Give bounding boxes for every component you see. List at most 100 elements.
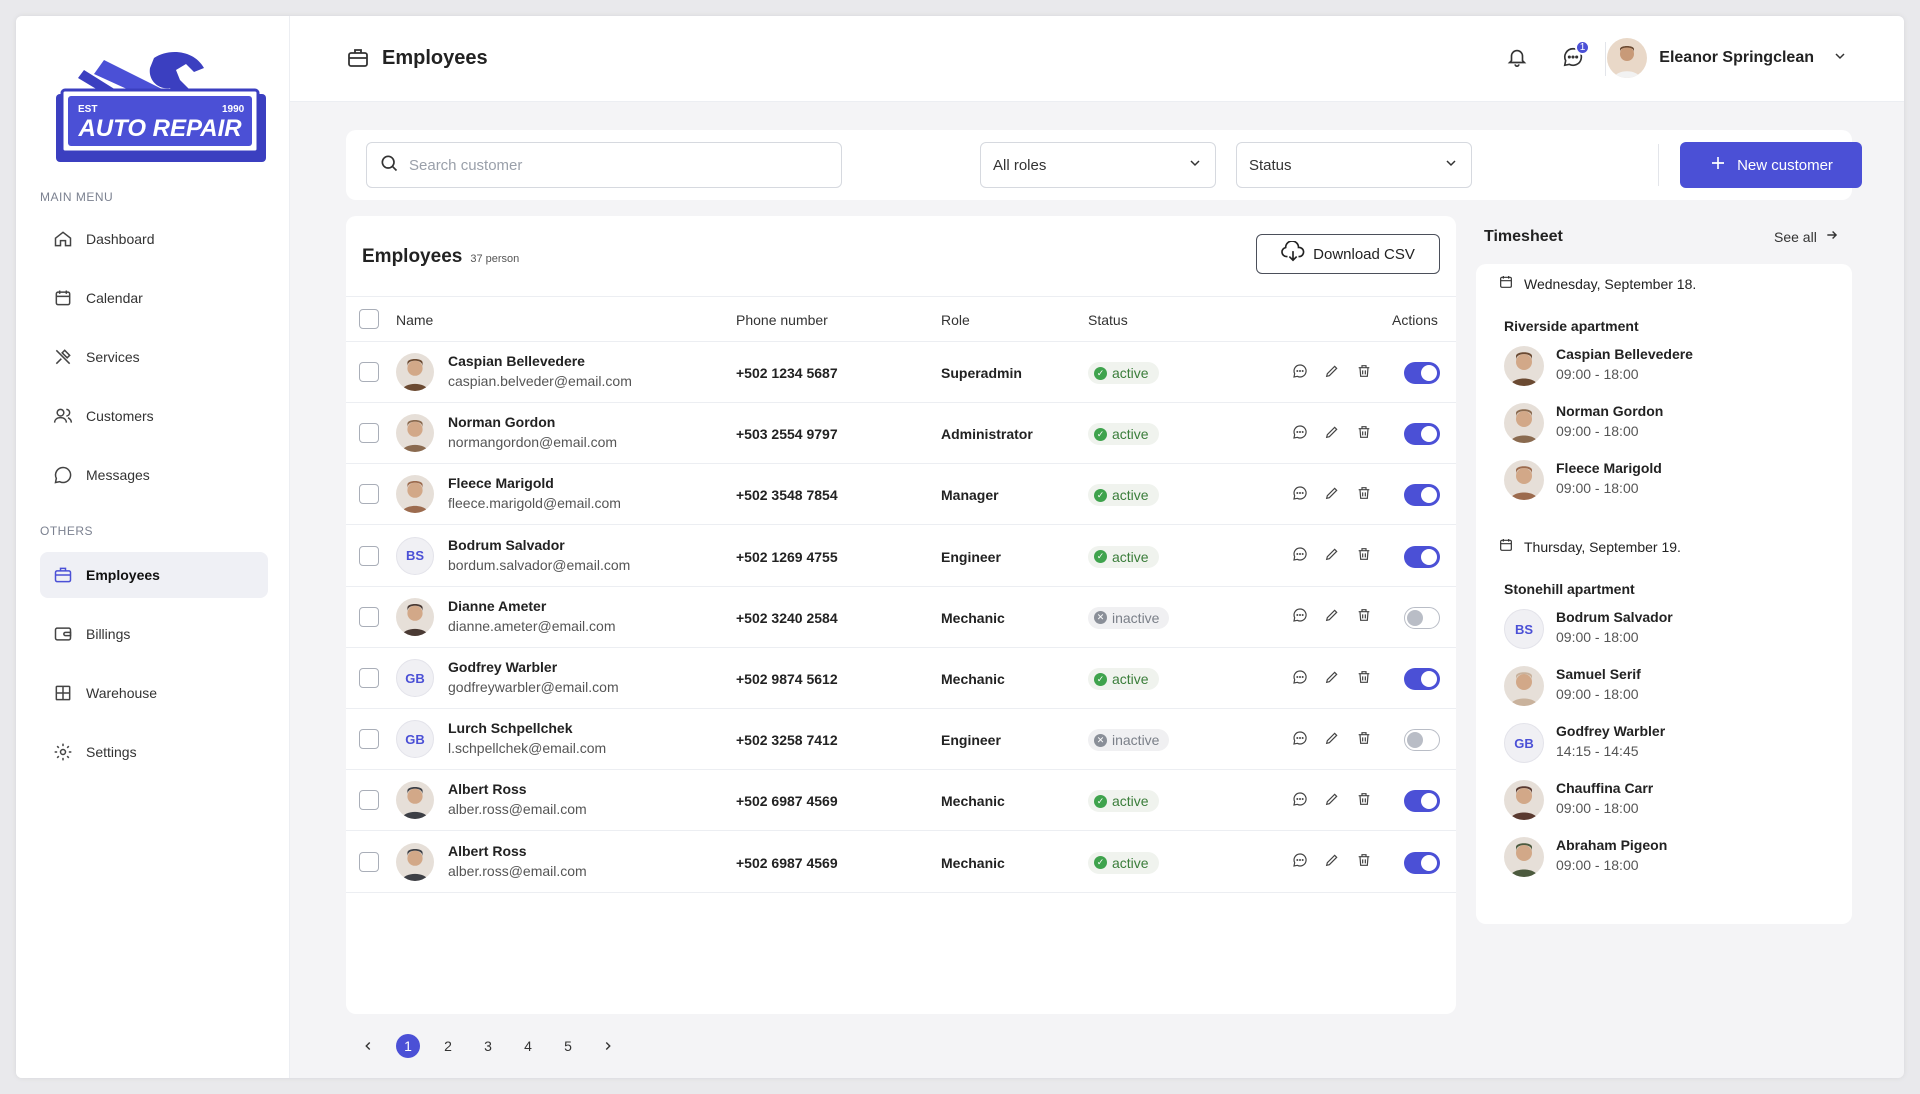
status-select[interactable]: Status xyxy=(1236,142,1472,188)
delete-button[interactable] xyxy=(1354,791,1374,811)
message-button[interactable] xyxy=(1290,669,1310,689)
table-row: Albert Ross alber.ross@email.com +502 6987… xyxy=(346,832,1456,893)
row-checkbox[interactable] xyxy=(359,362,379,382)
sidebar-item-settings[interactable]: Settings xyxy=(40,729,268,775)
trash-icon xyxy=(1356,546,1372,567)
status-toggle[interactable] xyxy=(1404,545,1440,568)
message-button[interactable] xyxy=(1290,424,1310,444)
search-field[interactable] xyxy=(366,142,842,188)
edit-button[interactable] xyxy=(1322,853,1342,873)
sidebar-item-calendar[interactable]: Calendar xyxy=(40,275,268,321)
toggle-knob xyxy=(1421,365,1437,381)
sidebar-item-customers[interactable]: Customers xyxy=(40,393,268,439)
search-input[interactable] xyxy=(409,156,829,174)
message-button[interactable] xyxy=(1290,485,1310,505)
trash-icon xyxy=(1356,730,1372,751)
check-circle-icon: ✓ xyxy=(1094,856,1107,870)
timesheet-name: Fleece Marigold xyxy=(1556,460,1662,476)
status-toggle[interactable] xyxy=(1404,423,1440,446)
message-button[interactable] xyxy=(1290,791,1310,811)
status-toggle[interactable] xyxy=(1404,484,1440,507)
trash-icon xyxy=(1356,791,1372,812)
edit-button[interactable] xyxy=(1322,424,1342,444)
employee-phone: +502 3548 7854 xyxy=(736,487,838,504)
message-button[interactable] xyxy=(1290,730,1310,750)
see-all-link[interactable]: See all xyxy=(1774,228,1839,245)
employee-email: normangordon@email.com xyxy=(448,434,618,451)
sidebar-item-dashboard[interactable]: Dashboard xyxy=(40,216,268,262)
delete-button[interactable] xyxy=(1354,608,1374,628)
edit-button[interactable] xyxy=(1322,547,1342,567)
page-3-button[interactable]: 3 xyxy=(476,1034,500,1058)
sidebar: EST 1990 AUTO REPAIR MAIN MENU Dashboard… xyxy=(16,16,290,1078)
new-customer-button[interactable]: New customer xyxy=(1680,142,1862,188)
auto-repair-logo[interactable]: EST 1990 AUTO REPAIR xyxy=(44,40,276,170)
delete-button[interactable] xyxy=(1354,669,1374,689)
status-toggle[interactable] xyxy=(1404,668,1440,690)
next-page-button[interactable] xyxy=(596,1034,620,1058)
row-checkbox[interactable] xyxy=(359,545,379,566)
timesheet-title: Timesheet xyxy=(1484,228,1563,245)
row-checkbox[interactable] xyxy=(359,851,379,872)
row-checkbox[interactable] xyxy=(359,423,379,444)
select-all-checkbox[interactable] xyxy=(359,309,379,329)
gear-icon xyxy=(52,741,74,763)
sidebar-item-warehouse[interactable]: Warehouse xyxy=(40,670,268,716)
message-button[interactable] xyxy=(1290,608,1310,628)
page-5-button[interactable]: 5 xyxy=(556,1034,580,1058)
sidebar-item-employees[interactable]: Employees xyxy=(40,552,268,598)
table-row: Norman Gordon normangordon@email.com +503 … xyxy=(346,403,1456,465)
sidebar-item-services[interactable]: Services xyxy=(40,334,268,380)
pencil-icon xyxy=(1324,485,1340,506)
edit-button[interactable] xyxy=(1322,608,1342,628)
table-row: Fleece Marigold fleece.marigold@email.com… xyxy=(346,464,1456,526)
roles-select[interactable]: All roles xyxy=(980,142,1216,188)
delete-button[interactable] xyxy=(1354,547,1374,567)
messages-button[interactable]: 1 xyxy=(1560,40,1590,72)
edit-button[interactable] xyxy=(1322,669,1342,689)
row-checkbox[interactable] xyxy=(359,790,379,811)
user-menu[interactable]: Eleanor Springclean xyxy=(1607,38,1848,78)
page-title-text: Employees xyxy=(382,46,488,69)
status-toggle[interactable] xyxy=(1404,790,1440,813)
delete-button[interactable] xyxy=(1354,485,1374,505)
row-checkbox[interactable] xyxy=(359,606,379,627)
status-toggle[interactable] xyxy=(1404,606,1440,629)
edit-button[interactable] xyxy=(1322,485,1342,505)
message-button[interactable] xyxy=(1290,547,1310,567)
status-toggle[interactable] xyxy=(1404,362,1440,384)
chat-icon xyxy=(52,464,74,486)
column-actions: Actions xyxy=(1392,312,1438,328)
pencil-icon xyxy=(1324,791,1340,812)
download-csv-button[interactable]: Download CSV xyxy=(1256,234,1440,274)
delete-button[interactable] xyxy=(1354,730,1374,750)
row-checkbox[interactable] xyxy=(359,668,379,688)
delete-button[interactable] xyxy=(1354,853,1374,873)
avatar xyxy=(396,353,434,391)
edit-button[interactable] xyxy=(1322,730,1342,750)
filter-bar: All roles Status New customer xyxy=(346,130,1862,200)
status-badge: ✓ active xyxy=(1088,362,1159,384)
edit-button[interactable] xyxy=(1322,363,1342,383)
row-checkbox[interactable] xyxy=(359,729,379,750)
sidebar-item-billings[interactable]: Billings xyxy=(40,611,268,657)
status-badge: ✓ active xyxy=(1088,668,1159,690)
message-button[interactable] xyxy=(1290,363,1310,383)
notifications-button[interactable] xyxy=(1504,46,1530,72)
delete-button[interactable] xyxy=(1354,363,1374,383)
page-2-button[interactable]: 2 xyxy=(436,1034,460,1058)
status-toggle[interactable] xyxy=(1404,729,1440,752)
sidebar-item-messages[interactable]: Messages xyxy=(40,452,268,498)
page-4-button[interactable]: 4 xyxy=(516,1034,540,1058)
message-button[interactable] xyxy=(1290,853,1310,873)
status-toggle[interactable] xyxy=(1404,851,1440,874)
delete-button[interactable] xyxy=(1354,424,1374,444)
row-checkbox[interactable] xyxy=(359,484,379,505)
timesheet-hours: 09:00 - 18:00 xyxy=(1556,480,1639,496)
employee-email: l.schpellchek@email.com xyxy=(448,740,607,757)
prev-page-button[interactable] xyxy=(356,1034,380,1058)
pencil-icon xyxy=(1324,730,1340,751)
tools-icon xyxy=(52,346,74,368)
page-1-button[interactable]: 1 xyxy=(396,1034,420,1058)
edit-button[interactable] xyxy=(1322,791,1342,811)
